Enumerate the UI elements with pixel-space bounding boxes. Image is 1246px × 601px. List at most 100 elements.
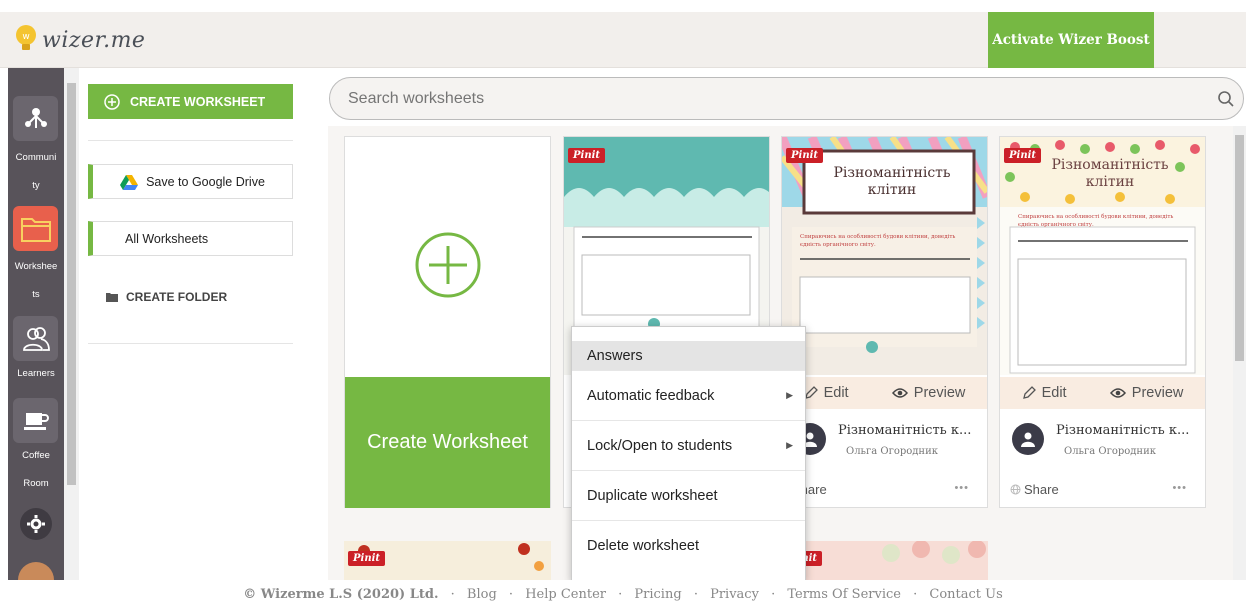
rail-label: Room (23, 478, 49, 489)
worksheet-card[interactable]: Різноманітність клітин Спираючись на осо… (781, 136, 988, 508)
edit-button[interactable]: Edit (804, 385, 849, 401)
thumbnail-subheading: Спираючись на особливості будови клітини… (800, 234, 956, 248)
thumbnail-heading: Різноманітність клітин (1051, 157, 1169, 190)
preview-button[interactable]: Preview (1109, 385, 1184, 401)
google-drive-label: Save to Google Drive (146, 174, 265, 189)
worksheet-context-menu: Answers Automatic feedback ▶ Lock/Open t… (571, 326, 806, 581)
rail-item-worksheets[interactable]: Workshee ts (8, 253, 64, 309)
divider (88, 343, 293, 344)
menu-item-automatic-feedback[interactable]: Automatic feedback ▶ (572, 371, 805, 421)
worksheet-thumbnail[interactable]: Різноманітність клітин Спираючись на осо… (1000, 137, 1205, 375)
author-avatar[interactable] (1012, 423, 1044, 455)
edit-label: Edit (1041, 385, 1067, 401)
worksheet-card-partial[interactable]: Pinit (344, 541, 551, 580)
create-folder-label: CREATE FOLDER (126, 290, 228, 304)
menu-item-label: Delete worksheet (587, 538, 700, 554)
rail-scrollbar-thumb[interactable] (67, 83, 76, 485)
google-drive-icon (120, 174, 139, 190)
folder-icon[interactable] (13, 206, 58, 251)
footer-link-privacy[interactable]: Privacy (710, 587, 759, 601)
worksheet-author: Ольга Огородник (1064, 446, 1156, 457)
menu-item-label: Automatic feedback (587, 387, 715, 404)
rail-item-learners[interactable]: Learners (8, 360, 64, 388)
rail-label: Workshee (14, 261, 58, 272)
save-to-google-drive-button[interactable]: Save to Google Drive (88, 164, 293, 199)
community-icon[interactable] (13, 96, 58, 141)
eye-icon (891, 388, 908, 398)
learners-icon[interactable] (13, 316, 58, 361)
card-info: Різноманітність к... Ольга Огородник (1000, 409, 1205, 479)
worksheet-author: Ольга Огородник (846, 446, 938, 457)
pencil-icon (1022, 386, 1036, 399)
preview-button[interactable]: Preview (891, 385, 966, 401)
edit-label: Edit (823, 385, 849, 401)
worksheet-card-partial[interactable]: Pinit (781, 541, 988, 580)
activate-boost-button[interactable]: Activate Wizer Boost (988, 12, 1154, 68)
edit-button[interactable]: Edit (1022, 385, 1067, 401)
create-worksheet-card-label: Create Worksheet (345, 377, 550, 508)
footer-link-pricing[interactable]: Pricing (634, 587, 681, 601)
caret-right-icon: ▶ (786, 440, 793, 450)
coffee-cup-icon[interactable] (13, 398, 58, 443)
worksheet-title[interactable]: Різноманітність к... (1056, 423, 1189, 438)
menu-item-label: Answers (587, 347, 643, 364)
plus-circle-icon (415, 232, 481, 303)
create-worksheet-card[interactable]: Create Worksheet (344, 136, 551, 508)
menu-item-answers[interactable]: Answers (572, 341, 805, 371)
menu-item-label: Duplicate worksheet (587, 487, 718, 504)
logo[interactable]: w wizer.me (14, 24, 145, 57)
footer-link-contact[interactable]: Contact Us (929, 587, 1002, 601)
top-bar: w wizer.me Activate Wizer Boost (0, 12, 1246, 68)
search-input[interactable] (348, 88, 1188, 110)
rail-label: Learners (17, 368, 55, 379)
all-worksheets-item[interactable]: All Worksheets (88, 221, 293, 256)
footer-link-blog[interactable]: Blog (467, 587, 497, 601)
plus-circle-icon (104, 93, 120, 110)
folder-small-icon (106, 293, 118, 302)
rail-item-coffee-room[interactable]: Coffee Room (8, 442, 64, 498)
svg-text:w: w (22, 32, 29, 42)
pinit-badge[interactable]: Pinit (786, 148, 824, 163)
globe-icon (1010, 484, 1021, 495)
search-bar (329, 77, 1244, 120)
rail-label: ty (32, 180, 40, 191)
divider (88, 140, 293, 141)
caret-right-icon: ▶ (786, 390, 793, 400)
menu-item-duplicate[interactable]: Duplicate worksheet (572, 471, 805, 521)
thumbnail-subheading: Спираючись на особливості будови клітини… (1018, 214, 1174, 228)
footer-link-terms[interactable]: Terms Of Service (787, 587, 901, 601)
thumbnail-heading: Різноманітність клітин (833, 165, 951, 198)
pinit-badge[interactable]: Pinit (348, 551, 386, 566)
eye-icon (1109, 388, 1126, 398)
rail-item-community[interactable]: Communi ty (8, 144, 64, 200)
card-actions: Edit Preview (1000, 377, 1205, 409)
worksheet-card[interactable]: Різноманітність клітин Спираючись на осо… (999, 136, 1206, 508)
worksheet-thumbnail[interactable]: Різноманітність клітин Спираючись на осо… (782, 137, 987, 375)
search-icon[interactable] (1217, 90, 1235, 113)
footer-link-help-center[interactable]: Help Center (525, 587, 606, 601)
preview-label: Preview (913, 385, 966, 401)
pinit-badge[interactable]: Pinit (568, 148, 606, 163)
menu-item-delete[interactable]: Delete worksheet (572, 521, 805, 571)
nav-rail: Communi ty Workshee ts Learners Coffee R… (8, 68, 64, 598)
share-button[interactable]: Share (1010, 482, 1059, 497)
settings-gear-icon[interactable] (20, 508, 52, 540)
more-options-icon[interactable]: ••• (954, 482, 969, 494)
worksheet-title[interactable]: Різноманітність к... (838, 423, 971, 438)
lightbulb-icon: w (14, 24, 38, 57)
rail-label: Coffee (22, 450, 50, 461)
footer: © Wizerme L.S (2020) Ltd. · Blog · Help … (0, 580, 1246, 601)
card-info: Різноманітність к... Ольга Огородник (782, 409, 987, 479)
all-worksheets-label: All Worksheets (125, 231, 209, 246)
logo-text: wizer.me (42, 28, 146, 53)
grid-scrollbar-thumb[interactable] (1235, 135, 1244, 361)
create-worksheet-button[interactable]: CREATE WORKSHEET (88, 84, 293, 119)
rail-label: ts (32, 289, 40, 300)
menu-item-lock-open[interactable]: Lock/Open to students ▶ (572, 421, 805, 471)
footer-copyright: © Wizerme L.S (2020) Ltd. (243, 587, 439, 601)
rail-label: Communi (15, 152, 57, 163)
pinit-badge[interactable]: Pinit (1004, 148, 1042, 163)
preview-label: Preview (1131, 385, 1184, 401)
create-folder-button[interactable]: CREATE FOLDER (106, 290, 227, 304)
more-options-icon[interactable]: ••• (1172, 482, 1187, 494)
